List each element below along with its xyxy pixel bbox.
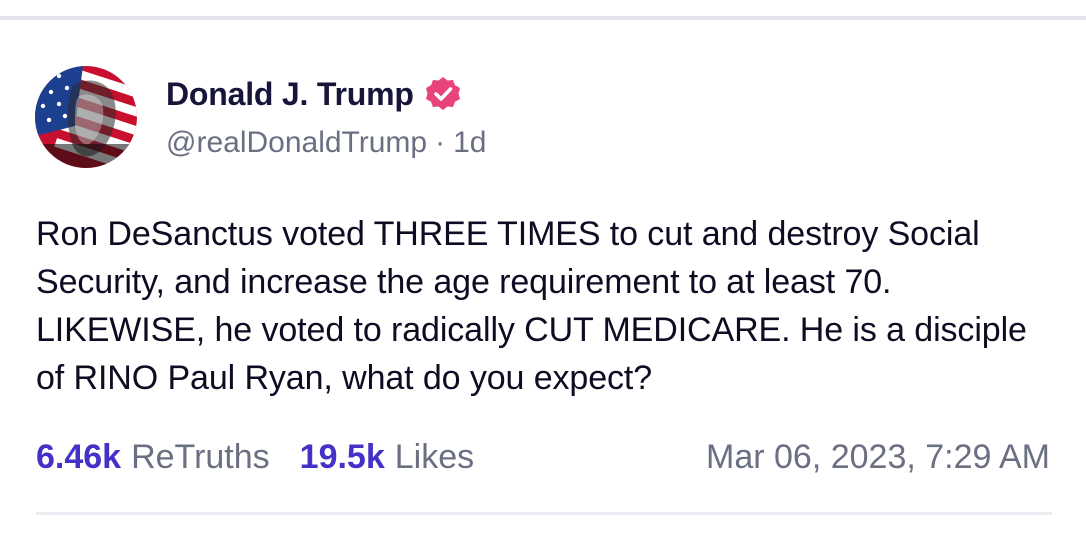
post-stats: 6.46k ReTruths 19.5k Likes [36,434,474,480]
likes-label: Likes [394,437,475,476]
author-name-row: Donald J. Trump [166,72,462,116]
post-body: Ron DeSanctus voted THREE TIMES to cut a… [36,215,1027,397]
retruths-count: 6.46k [36,437,122,476]
likes-stat[interactable]: 19.5k Likes [300,438,474,477]
meta-separator: · [435,126,446,159]
retruths-stat[interactable]: 6.46k ReTruths [36,438,270,477]
verified-badge-icon [424,75,462,113]
avatar-image [35,66,137,168]
author-meta: @realDonaldTrump · 1d [166,126,486,160]
avatar[interactable] [35,66,137,168]
truth-post: Donald J. Trump @realDonaldTrump · 1d Ron … [0,0,1086,535]
post-timestamp[interactable]: Mar 06, 2023, 7:29 AM [706,434,1050,480]
author-handle[interactable]: @realDonaldTrump [166,126,427,159]
post-age[interactable]: 1d [453,126,486,159]
author-display-name[interactable]: Donald J. Trump [166,76,414,113]
retruths-label: ReTruths [131,437,270,476]
likes-count: 19.5k [299,437,385,476]
bottom-divider [36,512,1052,515]
